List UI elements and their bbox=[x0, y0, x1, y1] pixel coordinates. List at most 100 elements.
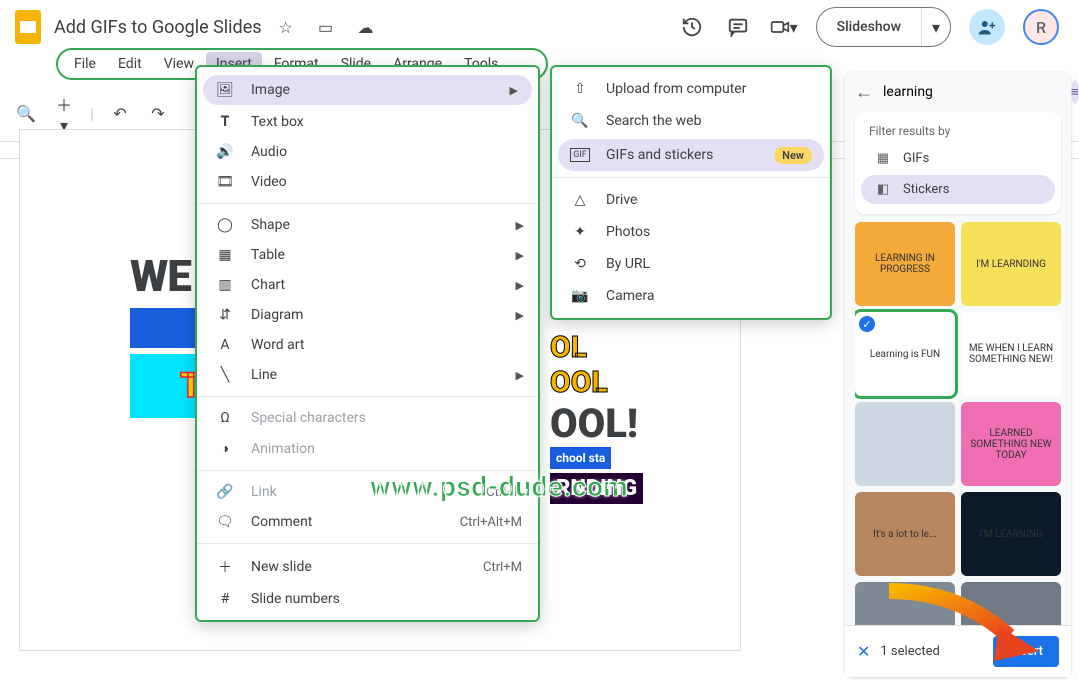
undo-icon[interactable]: ↶ bbox=[108, 104, 132, 123]
submenu-arrow-icon: ▶ bbox=[516, 309, 524, 322]
menu-item-label: Diagram bbox=[251, 307, 303, 323]
menu-item-label: Line bbox=[251, 367, 277, 383]
insert-video[interactable]: 🎞Video bbox=[197, 167, 538, 197]
menu-item-label: New slide bbox=[251, 559, 312, 575]
menu-item-label: Upload from computer bbox=[606, 81, 746, 97]
canvas-text: OOL! bbox=[550, 400, 643, 447]
image-drive[interactable]: △Drive bbox=[552, 184, 830, 216]
sticker-thumb[interactable]: LEARNING IN PROGRESS bbox=[855, 222, 955, 306]
image-photos[interactable]: ✦Photos bbox=[552, 216, 830, 248]
search-icon: 🔍 bbox=[570, 113, 590, 129]
sticker-thumb[interactable]: It's a lot to le... bbox=[855, 492, 955, 576]
chart-icon: ▥ bbox=[215, 277, 235, 293]
move-icon[interactable]: ▭ bbox=[312, 13, 340, 41]
photos-icon: ✦ bbox=[570, 224, 590, 240]
slideshow-label[interactable]: Slideshow bbox=[817, 8, 922, 46]
slideshow-dropdown[interactable]: ▾ bbox=[922, 8, 950, 46]
comments-icon[interactable] bbox=[724, 13, 752, 41]
menu-edit[interactable]: Edit bbox=[108, 52, 152, 76]
sticker-thumb[interactable]: I'M LEARNING bbox=[961, 492, 1061, 576]
meet-icon[interactable]: ▾ bbox=[770, 13, 798, 41]
insert-audio[interactable]: 🔊Audio bbox=[197, 137, 538, 167]
insert-comment[interactable]: 🗨 Comment Ctrl+Alt+M bbox=[197, 507, 538, 537]
menu-item-label: Shape bbox=[251, 217, 290, 233]
share-button[interactable] bbox=[969, 9, 1005, 45]
menu-item-label: Link bbox=[251, 484, 277, 500]
history-icon[interactable] bbox=[678, 13, 706, 41]
drive-icon: △ bbox=[570, 192, 590, 208]
insert-line[interactable]: ╲Line▶ bbox=[197, 360, 538, 390]
shortcut-label: Ctrl+Alt+M bbox=[460, 515, 522, 530]
redo-icon[interactable]: ↷ bbox=[146, 104, 170, 123]
submenu-arrow-icon: ▶ bbox=[510, 84, 518, 97]
watermark: www.psd-dude.com bbox=[370, 470, 628, 503]
comment-icon: 🗨 bbox=[215, 514, 235, 530]
menu-item-label: By URL bbox=[606, 256, 650, 272]
menu-item-label: Image bbox=[251, 82, 290, 98]
insert-text-box[interactable]: 𝐓Text box bbox=[197, 107, 538, 137]
insert-animation: ◑ Animation bbox=[197, 433, 538, 464]
gif-sticker-panel: ← ≡ ✕ Filter results by ▦ GIFs ◧ Sticker… bbox=[845, 72, 1071, 677]
slideshow-button[interactable]: Slideshow ▾ bbox=[816, 7, 951, 47]
doc-title[interactable]: Add GIFs to Google Slides bbox=[54, 17, 262, 38]
submenu-arrow-icon: ▶ bbox=[516, 249, 524, 262]
insert-menu: 🖼Image▶𝐓Text box🔊Audio🎞Video◯Shape▶▦Tabl… bbox=[195, 65, 540, 622]
filter-header: Filter results by bbox=[855, 120, 1061, 142]
filter-stickers[interactable]: ◧ Stickers bbox=[861, 175, 1055, 204]
submenu-arrow-icon: ▶ bbox=[516, 219, 524, 232]
image-camera[interactable]: 📷Camera bbox=[552, 280, 830, 312]
menu-item-label: Chart bbox=[251, 277, 285, 293]
shape-icon: ◯ bbox=[215, 217, 235, 233]
omega-icon: Ω bbox=[215, 410, 235, 426]
sticker-thumb[interactable] bbox=[855, 402, 955, 486]
insert-slide-numbers[interactable]: #Slide numbers bbox=[197, 584, 538, 614]
canvas-text: chool sta bbox=[550, 447, 611, 469]
menu-item-label: GIFs and stickers bbox=[606, 147, 713, 163]
insert-shape[interactable]: ◯ Shape ▶ bbox=[197, 210, 538, 240]
menu-item-label: Audio bbox=[251, 144, 287, 160]
sticker-thumb[interactable] bbox=[961, 582, 1061, 625]
animation-icon: ◑ bbox=[215, 440, 235, 457]
menu-item-label: Comment bbox=[251, 514, 312, 530]
insert-word-art[interactable]: AWord art bbox=[197, 330, 538, 360]
image-gifs-and-stickers[interactable]: GIFGIFs and stickersNew bbox=[558, 139, 824, 171]
filter-label: GIFs bbox=[903, 151, 929, 166]
textbox-icon: 𝐓 bbox=[215, 114, 235, 130]
gif-icon: ▦ bbox=[875, 151, 891, 166]
menu-item-label: Special characters bbox=[251, 410, 366, 426]
insert-chart[interactable]: ▥Chart▶ bbox=[197, 270, 538, 300]
insert-table[interactable]: ▦Table▶ bbox=[197, 240, 538, 270]
filter-icon[interactable]: ≡ bbox=[1071, 80, 1079, 104]
menu-file[interactable]: File bbox=[64, 52, 106, 76]
search-tool-icon[interactable]: 🔍 bbox=[14, 104, 38, 123]
video-icon: 🎞 bbox=[215, 174, 235, 190]
filter-gifs[interactable]: ▦ GIFs bbox=[861, 144, 1055, 173]
link-icon: 🔗 bbox=[215, 484, 235, 500]
sticker-thumb[interactable] bbox=[855, 582, 955, 625]
menu-item-label: Animation bbox=[251, 441, 315, 457]
star-icon[interactable]: ☆ bbox=[272, 13, 300, 41]
sticker-thumb[interactable]: LEARNED SOMETHING NEW TODAY bbox=[961, 402, 1061, 486]
image-upload-from-computer[interactable]: ⇧Upload from computer bbox=[552, 73, 830, 105]
sticker-thumb[interactable]: ME WHEN I LEARN SOMETHING NEW! bbox=[961, 312, 1061, 396]
wordart-icon: A bbox=[215, 337, 235, 353]
canvas-text: OL bbox=[550, 330, 643, 365]
clear-selection-icon[interactable]: ✕ bbox=[857, 642, 870, 661]
image-submenu: ⇧Upload from computer🔍Search the webGIFG… bbox=[550, 65, 832, 320]
insert-new-slide[interactable]: ＋New slideCtrl+M bbox=[197, 550, 538, 584]
sticker-thumb[interactable]: I'M LEARNDING bbox=[961, 222, 1061, 306]
sticker-thumb[interactable]: Learning is FUN bbox=[855, 312, 955, 396]
back-icon[interactable]: ← bbox=[855, 82, 873, 103]
insert-diagram[interactable]: ⇵Diagram▶ bbox=[197, 300, 538, 330]
account-avatar[interactable]: R bbox=[1023, 9, 1059, 45]
image-search-the-web[interactable]: 🔍Search the web bbox=[552, 105, 830, 137]
insert-button[interactable]: Insert bbox=[993, 636, 1059, 667]
filter-label: Stickers bbox=[903, 182, 949, 197]
sticker-search-input[interactable] bbox=[883, 84, 1061, 100]
cloud-icon[interactable]: ☁ bbox=[352, 13, 380, 41]
new-slide-tool[interactable]: ＋ ▾ bbox=[52, 92, 76, 135]
insert-image[interactable]: 🖼Image▶ bbox=[203, 75, 532, 105]
image-by-url[interactable]: ⟲By URL bbox=[552, 248, 830, 280]
canvas-text: OOL bbox=[550, 365, 643, 400]
line-icon: ╲ bbox=[215, 367, 235, 383]
